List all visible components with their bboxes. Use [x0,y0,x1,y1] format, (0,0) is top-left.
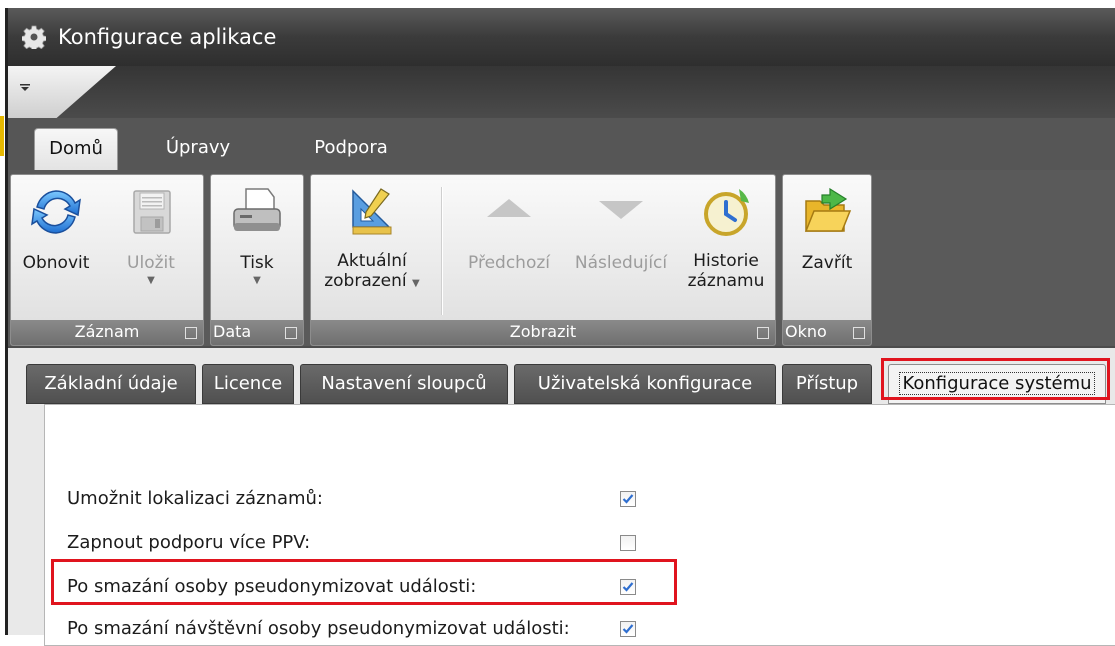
ribbon-tab-upravy[interactable]: Úpravy [150,128,246,170]
refresh-button[interactable]: Obnovit [13,185,99,274]
chevron-down-icon: ▼ [147,275,155,286]
ribbon-tab-domu[interactable]: Domů [34,128,118,171]
qat-customize-button[interactable] [14,78,36,96]
group-label-zobrazit: Zobrazit [311,320,775,345]
gear-icon [22,25,46,49]
clock-history-icon [699,185,753,239]
current-view-line1: Aktuální [337,251,407,271]
ribbon-separator [441,187,443,315]
setting-row: Zapnout podporu více PPV: [67,529,310,555]
left-edge [0,8,8,635]
title-bar: Konfigurace aplikace [8,8,1115,66]
setting-label: Umožnit lokalizaci záznamů: [67,487,323,509]
checkmark-icon [622,624,634,634]
highlight-box-row [51,559,677,605]
tab-nastaveni-sloupcu[interactable]: Nastavení sloupců [300,364,508,404]
current-view-line2: zobrazení [324,271,407,291]
window-title: Konfigurace aplikace [58,25,277,49]
group-zaznam-label: Záznam [74,322,140,341]
design-icon [345,185,399,239]
content-area: Základní údaje Licence Nastavení sloupců… [8,348,1115,646]
history-label: Historie záznamu [679,251,773,291]
tab-uzivatelska-konfigurace[interactable]: Uživatelská konfigurace [514,364,776,404]
refresh-label: Obnovit [22,253,90,273]
window-top-border [0,0,1115,8]
setting-label: Zapnout podporu více PPV: [67,531,311,553]
arrow-up-icon [482,185,536,239]
highlight-box-tab [881,358,1110,400]
current-view-label: Aktuální zobrazení ▼ [313,251,431,294]
group-data-label: Data [213,322,252,341]
setting-label: Po smazání návštěvní osoby pseudonymizov… [67,617,570,639]
arrow-down-icon [594,185,648,239]
printer-icon [230,185,284,239]
tab-licence[interactable]: Licence [202,364,294,404]
tab-zakladni-udaje[interactable]: Základní údaje [26,364,196,404]
setting-row: Umožnit lokalizaci záznamů: [67,485,323,511]
refresh-icon [29,185,83,239]
group-data: Tisk ▼ Data [210,174,304,346]
chevron-down-icon: ▼ [253,275,261,286]
print-button[interactable]: Tisk ▼ [215,185,299,286]
current-view-button[interactable]: Aktuální zobrazení ▼ [313,185,431,294]
history-button[interactable]: Historie záznamu [679,185,773,291]
group-okno-label: Okno [785,322,827,341]
setting-checkbox[interactable] [620,491,636,507]
save-button[interactable]: Uložit ▼ [115,185,187,286]
exit-folder-icon [800,185,854,239]
checkmark-icon [622,494,634,504]
save-label: Uložit [127,253,175,273]
dialog-launcher-icon[interactable] [853,327,865,339]
setting-checkbox[interactable] [620,535,636,551]
quick-access-toolbar [8,66,1115,118]
previous-label: Předchozí [468,253,550,273]
group-label-zaznam: Záznam [11,320,203,345]
group-zaznam: Obnovit Uložit ▼ Záznam [10,174,204,346]
chevron-down-icon: ▼ [412,278,420,289]
next-label: Následující [574,253,668,273]
next-button[interactable]: Následující [563,185,679,274]
tab-pristup[interactable]: Přístup [782,364,872,404]
group-zobrazit: Aktuální zobrazení ▼ Předchozí Následují… [310,174,776,346]
history-line1: Historie [693,251,759,271]
previous-button[interactable]: Předchozí [455,185,563,274]
dialog-launcher-icon[interactable] [285,327,297,339]
close-button[interactable]: Zavřít [787,185,867,274]
dialog-launcher-icon[interactable] [185,327,197,339]
ribbon-tab-podpora[interactable]: Podpora [296,128,406,170]
dialog-launcher-icon[interactable] [757,327,769,339]
save-icon [124,185,178,239]
close-label: Zavřít [801,253,853,273]
group-okno: Zavřít Okno [782,174,872,346]
ribbon-tabs: Domů Úpravy Podpora [8,118,1115,171]
group-zobrazit-label: Zobrazit [509,322,577,341]
ribbon-panel: Obnovit Uložit ▼ Záznam Tisk ▼ Data Aktu… [8,170,1115,348]
chevron-down-icon [20,84,30,91]
left-edge-notch [0,116,4,156]
setting-row: Po smazání návštěvní osoby pseudonymizov… [67,615,570,641]
history-line2: záznamu [687,271,765,291]
print-label: Tisk [240,253,274,273]
settings-panel: Umožnit lokalizaci záznamů: Zapnout podp… [44,404,1115,646]
